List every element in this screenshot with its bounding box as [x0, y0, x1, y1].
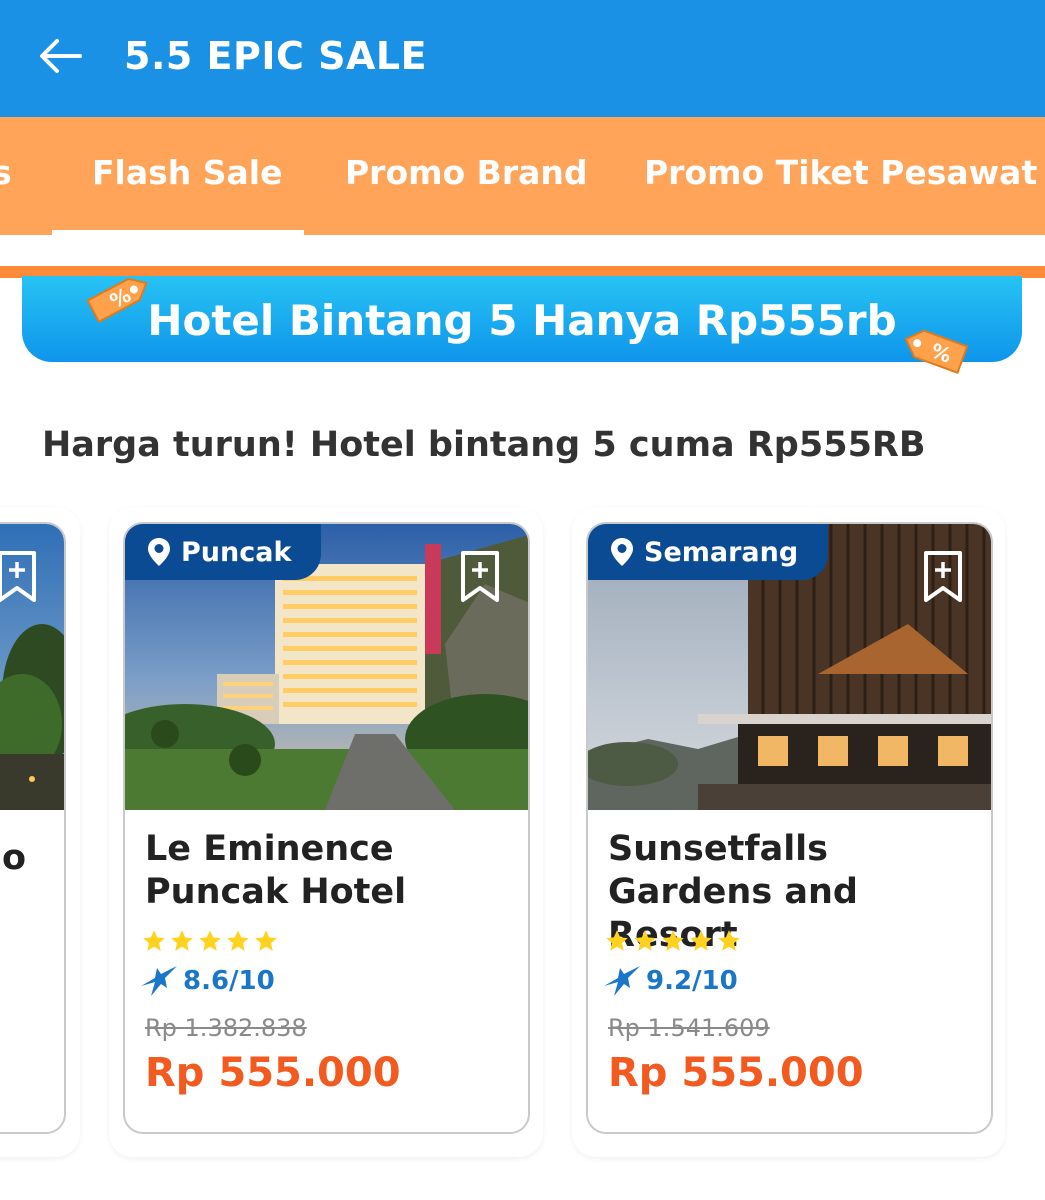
location-label: Semarang — [644, 536, 799, 568]
banner-text: Hotel Bintang 5 Hanya Rp555rb — [147, 296, 897, 345]
location-pin-icon — [611, 538, 633, 566]
hotel-card[interactable]: Puncak Le Eminence Puncak Hotel 8.6/10 R… — [123, 522, 530, 1134]
rating-value: 9.2/10 — [646, 966, 738, 996]
hotel-name-fragment: o — [2, 838, 27, 878]
hotel-name: Le Eminence Puncak Hotel — [145, 828, 525, 914]
tab-selected-indicator — [52, 230, 304, 235]
location-badge: Semarang — [588, 524, 829, 580]
discount-tag-icon: % — [904, 329, 969, 375]
star-icon — [662, 930, 684, 951]
section-title: Harga turun! Hotel bintang 5 cuma Rp555R… — [42, 425, 926, 465]
hotel-photo — [0, 524, 64, 810]
tab-bar: s Flash Sale Promo Brand Promo Tiket Pes… — [0, 117, 1045, 235]
bookmark-add-icon[interactable] — [922, 550, 964, 604]
page-title: 5.5 EPIC SALE — [124, 34, 428, 78]
location-label: Puncak — [181, 536, 292, 568]
original-price: Rp 1.382.838 — [145, 1014, 307, 1042]
star-icon — [227, 930, 249, 951]
star-icon — [143, 930, 165, 951]
bird-logo-icon — [141, 966, 177, 996]
bookmark-add-icon[interactable] — [459, 550, 501, 604]
star-rating — [141, 928, 279, 954]
star-rating — [604, 928, 742, 954]
sale-price: Rp 555.000 — [608, 1050, 864, 1096]
star-icon — [199, 930, 221, 951]
bookmark-add-icon[interactable] — [0, 550, 38, 604]
hotel-name-line: Le Eminence — [145, 829, 394, 869]
back-button[interactable] — [30, 30, 90, 82]
hotel-photo: Puncak — [125, 524, 528, 810]
promo-banner[interactable]: Hotel Bintang 5 Hanya Rp555rb % % — [22, 276, 1022, 375]
hotel-name-line: Puncak Hotel — [145, 872, 407, 912]
app-bar: 5.5 EPIC SALE — [0, 0, 1045, 117]
original-price: Rp 1.541.609 — [608, 1014, 770, 1042]
bird-logo-icon — [604, 966, 640, 996]
guest-rating: 9.2/10 — [602, 964, 738, 998]
star-icon — [171, 930, 193, 951]
tab-promo-tiket-pesawat[interactable]: Promo Tiket Pesawat — [644, 153, 1037, 192]
star-icon — [718, 930, 740, 951]
star-icon — [606, 930, 628, 951]
rating-value: 8.6/10 — [183, 966, 275, 996]
star-icon — [255, 930, 277, 951]
hotel-card-partial[interactable]: o — [0, 522, 66, 1134]
location-badge: Puncak — [125, 524, 322, 580]
star-icon — [634, 930, 656, 951]
discount-tag-icon: % — [86, 277, 148, 324]
tab-partial[interactable]: s — [0, 153, 12, 192]
tab-promo-brand[interactable]: Promo Brand — [345, 153, 588, 192]
sale-price: Rp 555.000 — [145, 1050, 401, 1096]
location-pin-icon — [148, 538, 170, 566]
tab-flash-sale[interactable]: Flash Sale — [92, 153, 282, 192]
hotel-card[interactable]: Semarang Sunsetfalls Gardens and Resort … — [586, 522, 993, 1134]
hotel-name-line: Sunsetfalls — [608, 829, 829, 869]
hotel-photo: Semarang — [588, 524, 991, 810]
arrow-left-icon — [40, 39, 82, 73]
guest-rating: 8.6/10 — [139, 964, 275, 998]
star-icon — [690, 930, 712, 951]
